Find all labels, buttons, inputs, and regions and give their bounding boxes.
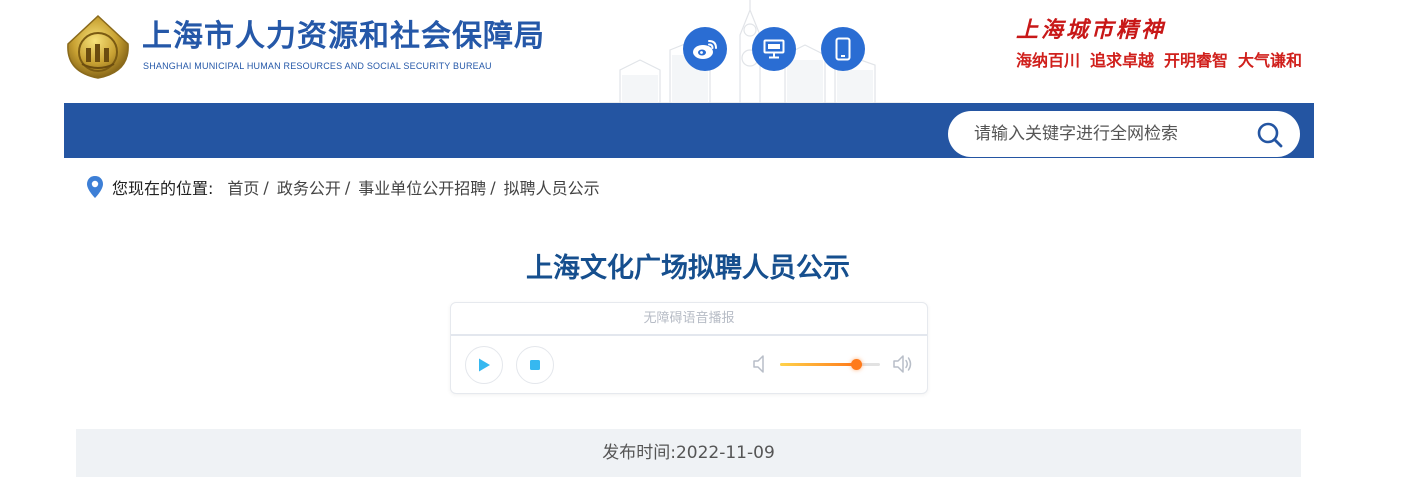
desktop-icon [763, 39, 785, 59]
breadcrumb-separator: / [490, 177, 496, 197]
breadcrumb-separator: / [263, 177, 269, 197]
volume-high-icon[interactable] [892, 354, 914, 374]
play-button[interactable] [465, 346, 503, 384]
spirit-word: 开明睿智 [1164, 51, 1229, 70]
weibo-icon [693, 40, 717, 59]
location-pin-icon [87, 176, 103, 198]
breadcrumb-item-public-recruitment[interactable]: 事业单位公开招聘 [358, 175, 486, 199]
city-spirit-title: 上海城市精神 [1016, 17, 1167, 43]
spirit-word: 追求卓越 [1090, 51, 1155, 70]
search-input[interactable] [972, 123, 1246, 145]
city-spirit-words: 海纳百川 追求卓越 开明睿智 大气谦和 [1016, 47, 1302, 71]
mobile-icon [835, 37, 851, 61]
spirit-word: 海纳百川 [1016, 51, 1081, 70]
player-label: 无障碍语音播报 [451, 303, 927, 336]
desktop-version-button[interactable] [752, 27, 796, 71]
weibo-button[interactable] [683, 27, 727, 71]
accessibility-audio-player: 无障碍语音播报 [450, 302, 928, 394]
stop-icon [530, 360, 540, 370]
breadcrumb: 您现在的位置: 首页 / 政务公开 / 事业单位公开招聘 / 拟聘人员公示 [86, 174, 600, 200]
site-search [948, 111, 1300, 157]
site-title[interactable]: 上海市人力资源和社会保障局 [142, 17, 545, 57]
spirit-word: 大气谦和 [1238, 51, 1303, 70]
volume-slider[interactable] [780, 359, 880, 370]
mobile-version-button[interactable] [821, 27, 865, 71]
article-title: 上海文化广场拟聘人员公示 [526, 253, 850, 284]
bureau-logo[interactable] [64, 14, 132, 80]
volume-slider-fill [780, 363, 856, 366]
breadcrumb-item-home[interactable]: 首页 [227, 175, 259, 199]
site-subtitle: SHANGHAI MUNICIPAL HUMAN RESOURCES AND S… [143, 61, 492, 71]
breadcrumb-separator: / [344, 177, 351, 197]
play-icon [479, 358, 490, 372]
breadcrumb-item-government-affairs[interactable]: 政务公开 [277, 175, 341, 199]
bureau-emblem-icon [67, 14, 129, 79]
volume-low-icon[interactable] [752, 354, 768, 374]
search-icon[interactable] [1256, 121, 1284, 149]
breadcrumb-item-hiring-notice[interactable]: 拟聘人员公示 [504, 175, 600, 199]
stop-button[interactable] [516, 346, 554, 384]
volume-slider-handle[interactable] [851, 359, 862, 370]
publish-date: 发布时间:2022-11-09 [76, 429, 1301, 477]
breadcrumb-label: 您现在的位置: [112, 179, 214, 198]
